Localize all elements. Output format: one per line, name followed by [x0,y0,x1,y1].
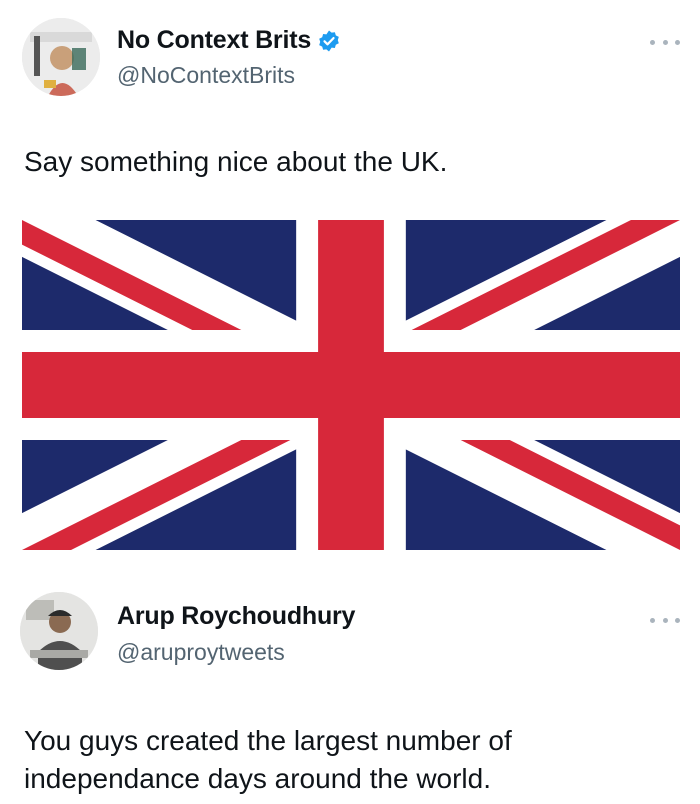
more-options-icon[interactable] [650,614,680,626]
verified-badge-icon [319,30,339,51]
original-tweet: No Context Brits @NoContextBrits Say som… [0,0,700,580]
display-name-text[interactable]: Arup Roychoudhury [117,602,355,631]
reply-text: You guys created the largest number of i… [24,722,512,798]
reply-text-line: independance days around the world. [24,763,492,794]
reply-text-line: You guys created the largest number of [24,725,512,756]
avatar[interactable] [20,592,98,670]
union-jack-flag-image[interactable] [22,220,680,550]
handle[interactable]: @NoContextBrits [117,62,295,89]
handle[interactable]: @aruproytweets [117,639,285,666]
display-name-text[interactable]: No Context Brits [117,26,311,55]
more-options-icon[interactable] [650,36,680,48]
avatar[interactable] [22,18,100,96]
tweet-text: Say something nice about the UK. [24,146,448,177]
display-name[interactable]: No Context Brits [117,26,341,55]
display-name[interactable]: Arup Roychoudhury [117,602,355,631]
